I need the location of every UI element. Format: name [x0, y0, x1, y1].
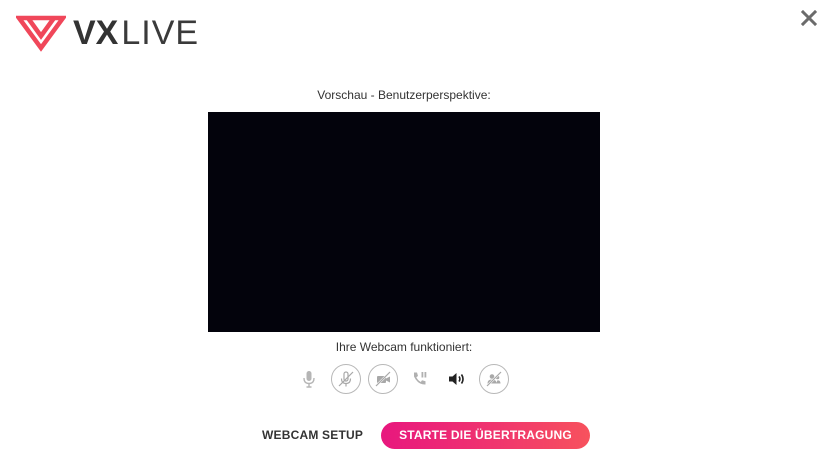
vxlive-logo-mark-icon — [16, 15, 66, 52]
webcam-status-label: Ihre Webcam funktioniert: — [335, 340, 473, 354]
microphone-button[interactable] — [294, 364, 324, 394]
camera-toggle-button[interactable] — [368, 364, 398, 394]
microphone-icon — [303, 371, 315, 388]
phone-call-icon — [414, 372, 427, 385]
camera-off-icon — [375, 371, 391, 387]
speaker-icon — [449, 373, 464, 385]
preview-label: Vorschau - Benutzerperspektive: — [317, 88, 491, 102]
media-controls — [294, 364, 516, 394]
microphone-off-icon — [338, 371, 354, 387]
webcam-preview-video — [208, 112, 600, 332]
webcam-preview-dialog: VX LIVE Vorschau - Benutzerperspektive: … — [0, 0, 821, 457]
call-button[interactable] — [405, 364, 435, 394]
close-button[interactable] — [800, 9, 818, 27]
webcam-setup-button[interactable]: WEBCAM SETUP — [262, 428, 363, 442]
users-toggle-button[interactable] — [479, 364, 509, 394]
dialog-actions: WEBCAM SETUP STARTE DIE ÜBERTRAGUNG — [262, 421, 590, 449]
vxlive-logo: VX LIVE — [16, 13, 199, 53]
close-icon — [800, 9, 818, 27]
start-broadcast-button[interactable]: STARTE DIE ÜBERTRAGUNG — [381, 421, 590, 449]
logo-text-vx: VX — [73, 14, 119, 52]
microphone-mute-button[interactable] — [331, 364, 361, 394]
users-off-icon — [486, 371, 502, 387]
logo-wordmark: VX LIVE — [73, 13, 199, 53]
speaker-button[interactable] — [442, 364, 472, 394]
logo-text-live: LIVE — [121, 14, 200, 52]
